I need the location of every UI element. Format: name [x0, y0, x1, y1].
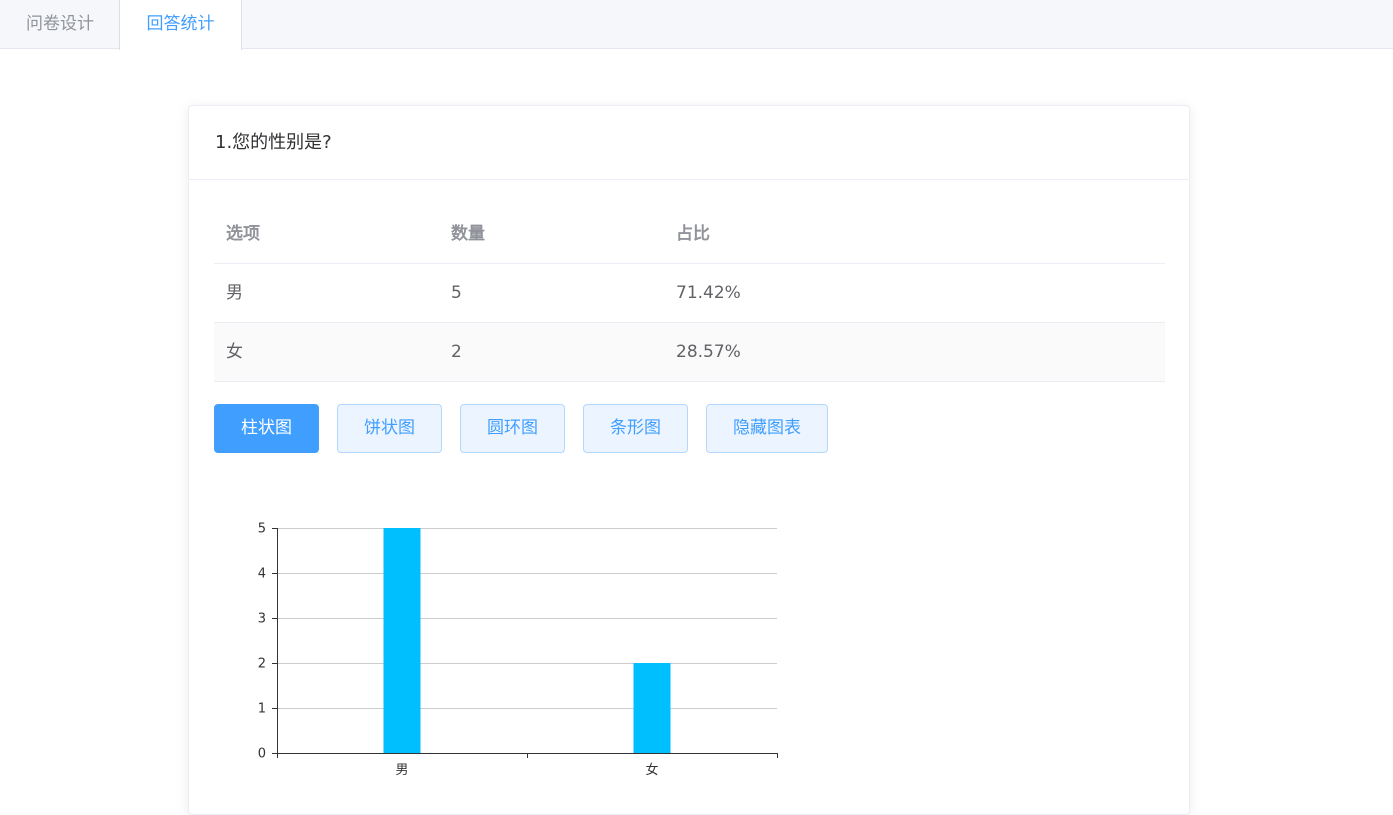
y-tick-label: 2 — [258, 657, 266, 672]
table-row: 男 5 71.42% — [214, 264, 1165, 323]
y-tick-label: 5 — [258, 522, 266, 537]
bar — [633, 663, 671, 753]
bar-chart: 0 1 2 3 4 5 男 女 — [240, 500, 800, 800]
tab-answer-statistics[interactable]: 回答统计 — [119, 0, 242, 50]
option-cell: 女 — [226, 342, 243, 362]
percent-cell: 71.42% — [676, 283, 741, 303]
x-tick-label: 男 — [395, 763, 408, 778]
y-tick-label: 1 — [258, 702, 266, 717]
header-option: 选项 — [226, 224, 260, 244]
pie-chart-button[interactable]: 饼状图 — [337, 404, 442, 453]
horizontal-bar-chart-button[interactable]: 条形图 — [583, 404, 688, 453]
stats-table: 选项 数量 占比 男 5 71.42% 女 2 28.57% — [214, 204, 1165, 382]
y-tick-label: 0 — [258, 747, 266, 762]
x-tick-label: 女 — [645, 762, 658, 778]
header-percent: 占比 — [676, 224, 710, 244]
table-row: 女 2 28.57% — [214, 323, 1165, 382]
bar-chart-svg: 0 1 2 3 4 5 男 女 — [258, 522, 778, 778]
hide-chart-button[interactable]: 隐藏图表 — [706, 404, 828, 453]
tab-questionnaire-design[interactable]: 问卷设计 — [0, 0, 120, 49]
count-cell: 2 — [451, 342, 462, 362]
percent-cell: 28.57% — [676, 342, 741, 362]
tab-bar: 问卷设计 回答统计 — [0, 0, 1393, 50]
bar-chart-button[interactable]: 柱状图 — [214, 404, 319, 453]
y-tick-label: 3 — [258, 612, 266, 627]
table-header-row: 选项 数量 占比 — [214, 204, 1165, 264]
y-tick-label: 4 — [258, 567, 266, 582]
option-cell: 男 — [226, 283, 243, 303]
question-title: 1.您的性别是? — [189, 106, 1189, 180]
ring-chart-button[interactable]: 圆环图 — [460, 404, 565, 453]
count-cell: 5 — [451, 283, 462, 303]
bar — [383, 528, 421, 753]
header-count: 数量 — [451, 224, 485, 244]
